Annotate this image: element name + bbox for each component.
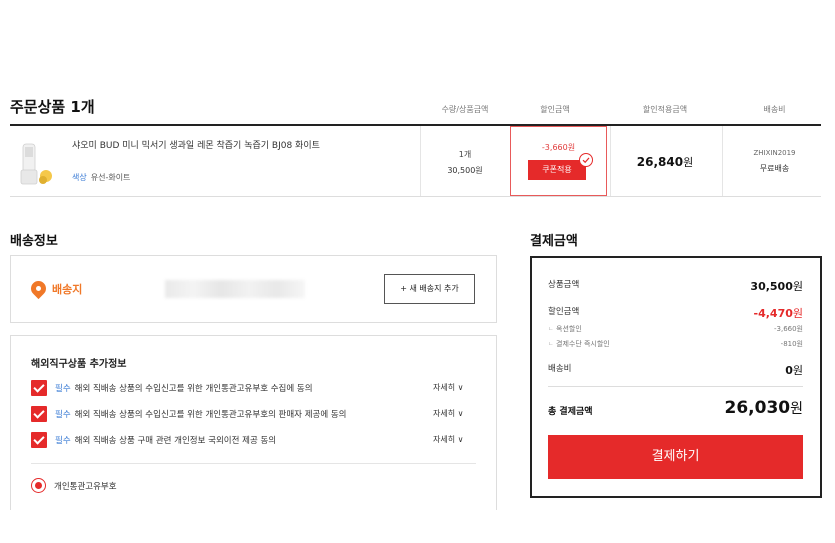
divider (420, 126, 421, 196)
detail-label: 자세히 (433, 409, 456, 418)
customs-code-label: 개인통관고유부호 (54, 482, 117, 492)
payment-title: 결제금액 (530, 234, 578, 249)
add-address-button[interactable]: + 새 배송지 추가 (384, 274, 475, 304)
agree-text: 필수 해외 직배송 상품의 수입신고를 위한 개인통관고유부호의 판매자 제공에 … (55, 408, 347, 420)
required-tag: 필수 (55, 384, 71, 394)
total-label: 총 결제금액 (548, 407, 593, 417)
detail-toggle[interactable]: 자세히 ∨ (433, 434, 464, 445)
applied-amount: 26,840원 (610, 154, 720, 170)
agree-label: 해외 직배송 상품의 수입신고를 위한 개인통관고유부호 수집에 동의 (74, 384, 313, 394)
shipping-fee-label: 배송비 (548, 364, 572, 374)
product-thumbnail[interactable] (18, 140, 56, 188)
order-title: 주문상품 1개 (10, 98, 95, 116)
product-option: 색상 유선-화이트 (72, 172, 130, 183)
agree-text: 필수 해외 직배송 상품의 수입신고를 위한 개인통관고유부호 수집에 동의 (55, 382, 313, 394)
discount-amount-label: 할인금액 (548, 307, 580, 317)
divider (31, 463, 476, 464)
agree-checkbox[interactable] (31, 432, 47, 448)
blurred-address (165, 280, 305, 298)
shipping-fee-value: 0원 (785, 364, 803, 377)
instant-discount-label: 결제수단 즉시할인 (556, 340, 610, 348)
product-name[interactable]: 샤오미 BUD 미니 믹서기 생과일 레몬 착즙기 녹즙기 BJ08 화이트 (72, 138, 320, 151)
detail-label: 자세히 (433, 383, 456, 392)
divider (548, 386, 803, 387)
total-amount: 26,030원 (724, 398, 804, 418)
table-bottom-border (10, 196, 821, 197)
coupon-apply-button[interactable]: 쿠폰적용 (528, 160, 586, 180)
discount-amount-value: -4,470원 (753, 307, 803, 320)
shipping-fee-row: 배송비 0원 (548, 362, 803, 377)
chevron-down-icon: ∨ (457, 435, 464, 444)
quantity: 1개 (458, 150, 472, 159)
product-amount-row: 상품금액 30,500원 (548, 278, 803, 293)
detail-toggle[interactable]: 자세히 ∨ (433, 382, 464, 393)
col-qty-price: 수량/상품금액 (441, 105, 489, 114)
product-amount-value: 30,500원 (750, 280, 803, 293)
shipping-fee: 무료배송 (759, 164, 790, 173)
agree-row: 필수 해외 직배송 상품 구매 관련 개인정보 국외이전 제공 동의 자세히 ∨ (31, 432, 476, 450)
agree-text: 필수 해외 직배송 상품 구매 관련 개인정보 국외이전 제공 동의 (55, 434, 276, 446)
agree-row: 필수 해외 직배송 상품의 수입신고를 위한 개인통관고유부호 수집에 동의 자세… (31, 380, 476, 398)
discount-amount-row: 할인금액 -4,470원 (548, 305, 803, 320)
required-tag: 필수 (55, 436, 71, 446)
required-tag: 필수 (55, 410, 71, 420)
col-shipping: 배송비 (763, 105, 786, 114)
discount-sub-row: 결제수단 즉시할인 -810원 (548, 339, 803, 349)
detail-toggle[interactable]: 자세히 ∨ (433, 408, 464, 419)
shipping-address-label: 배송지 (52, 283, 83, 296)
discount-amount: -3,660원 (541, 143, 576, 152)
pay-button[interactable]: 결제하기 (548, 435, 803, 479)
agree-row: 필수 해외 직배송 상품의 수입신고를 위한 개인통관고유부호의 판매자 제공에 … (31, 406, 476, 424)
product-price: 30,500원 (447, 166, 483, 175)
discount-sub-row: 옥션할인 -3,660원 (548, 324, 803, 334)
shipping-title: 배송정보 (10, 234, 58, 249)
agree-checkbox[interactable] (31, 380, 47, 396)
option-value: 유선-화이트 (90, 173, 131, 182)
customs-code-radio[interactable] (31, 478, 46, 493)
agree-label: 해외 직배송 상품 구매 관련 개인정보 국외이전 제공 동의 (74, 436, 277, 446)
chevron-down-icon: ∨ (457, 383, 464, 392)
divider (722, 126, 723, 196)
agree-label: 해외 직배송 상품의 수입신고를 위한 개인통관고유부호의 판매자 제공에 동의 (74, 410, 347, 420)
auction-discount-value: -3,660원 (773, 325, 803, 333)
instant-discount-value: -810원 (780, 340, 803, 348)
product-amount-label: 상품금액 (548, 280, 580, 290)
col-applied: 할인적용금액 (642, 105, 688, 114)
agree-checkbox[interactable] (31, 406, 47, 422)
col-discount: 할인금액 (540, 105, 570, 114)
detail-label: 자세히 (433, 435, 456, 444)
check-icon (579, 153, 593, 167)
auction-discount-label: 옥션할인 (556, 325, 582, 333)
chevron-down-icon: ∨ (457, 409, 464, 418)
table-top-border (10, 124, 821, 126)
overseas-title: 해외직구상품 추가정보 (31, 359, 127, 370)
applied-amount-unit: 원 (683, 156, 694, 169)
seller-id: ZHIXIN2019 (753, 149, 796, 157)
applied-amount-value: 26,840 (636, 155, 684, 169)
option-key: 색상 (72, 173, 87, 182)
